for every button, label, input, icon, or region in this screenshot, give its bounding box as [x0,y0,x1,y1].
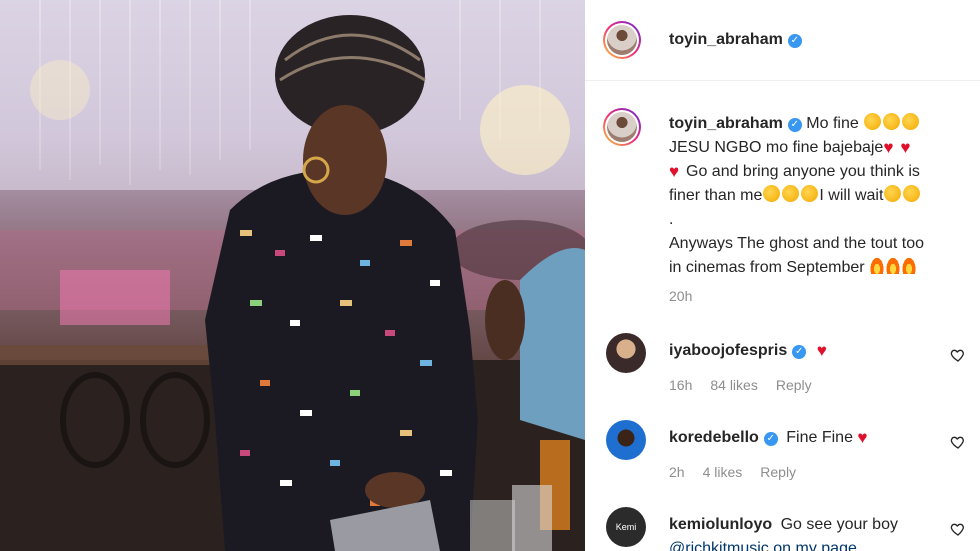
verified-badge-icon: ✓ [763,432,778,446]
face-emoji-icon [903,185,921,202]
face-emoji-icon [782,185,800,202]
face-emoji-icon [902,113,920,130]
face-emoji-icon [883,113,901,130]
verified-badge-icon: ✓ [787,118,802,132]
verified-badge-icon: ✓ [787,34,802,48]
comment-time[interactable]: 16h [669,377,692,393]
comment-body: iyaboojofespris ✓ ♥ [669,339,939,363]
fire-emoji-icon [886,257,901,274]
post-header: toyin_abraham ✓ [585,0,980,81]
comment-mention-line[interactable]: @richkitmusic on my page [669,540,857,551]
reply-button[interactable]: Reply [776,377,812,393]
comment-avatar[interactable] [606,420,646,460]
caption-username[interactable]: toyin_abraham [669,115,783,132]
author-avatar[interactable] [603,21,641,59]
comment-username[interactable]: kemiolunloyo [669,516,772,533]
comment-text: Go see your boy [780,516,898,533]
caption-line: I will wait [819,187,884,204]
comment-text: Fine Fine [786,429,853,446]
heart-emoji-icon: ♥ [900,138,911,157]
like-heart-icon[interactable] [950,347,966,363]
face-emoji-icon [884,185,902,202]
post-details-panel: toyin_abraham ✓ toyin_abraham ✓ Mo fine JE… [585,0,980,551]
caption-line: . [669,211,674,228]
caption-text: toyin_abraham ✓ Mo fine JESU NGBO mo fine… [669,112,969,280]
heart-emoji-icon: ♥ [816,341,827,360]
photo-illustration [0,0,585,551]
caption-line: in cinemas from September [669,259,865,276]
face-emoji-icon [763,185,781,202]
face-emoji-icon [801,185,819,202]
author-name-row: toyin_abraham ✓ [669,31,802,49]
post-time[interactable]: 20h [669,288,692,304]
fire-emoji-icon [902,257,917,274]
caption-line: Anyways The ghost and the tout too [669,235,924,252]
caption-line: JESU NGBO mo fine bajebaje [669,139,884,156]
like-heart-icon[interactable] [950,521,966,537]
like-heart-icon[interactable] [950,434,966,450]
fire-emoji-icon [870,257,885,274]
caption-line: finer than me [669,187,763,204]
caption-line: Go and bring anyone you think is [686,163,920,180]
comment-body: koredebello ✓ Fine Fine ♥ [669,426,939,450]
heart-emoji-icon: ♥ [669,162,680,181]
caption-avatar[interactable] [603,108,641,146]
reply-button[interactable]: Reply [760,464,796,480]
author-username[interactable]: toyin_abraham [669,31,783,48]
avatar-image [607,25,637,55]
comment-avatar[interactable] [606,333,646,373]
heart-emoji-icon: ♥ [883,138,894,157]
caption-line: Mo fine [806,115,859,132]
avatar-image [607,112,637,142]
comment-username[interactable]: iyaboojofespris [669,342,787,359]
face-emoji-icon [864,113,882,130]
post-photo[interactable] [0,0,585,551]
comment-meta: 2h 4 likes Reply [669,464,814,480]
comment-avatar[interactable]: Kemi Talks [606,507,646,547]
comment-likes[interactable]: 4 likes [703,464,743,480]
comment-username[interactable]: koredebello [669,429,759,446]
comment-meta: 16h 84 likes Reply [669,377,830,393]
verified-badge-icon: ✓ [792,345,807,359]
comment-time[interactable]: 2h [669,464,685,480]
avatar-logo-text: Kemi Talks [615,522,637,532]
heart-emoji-icon: ♥ [857,428,868,447]
comment-likes[interactable]: 84 likes [710,377,757,393]
comment-body: kemiolunloyo Go see your boy @richkitmus… [669,513,939,551]
